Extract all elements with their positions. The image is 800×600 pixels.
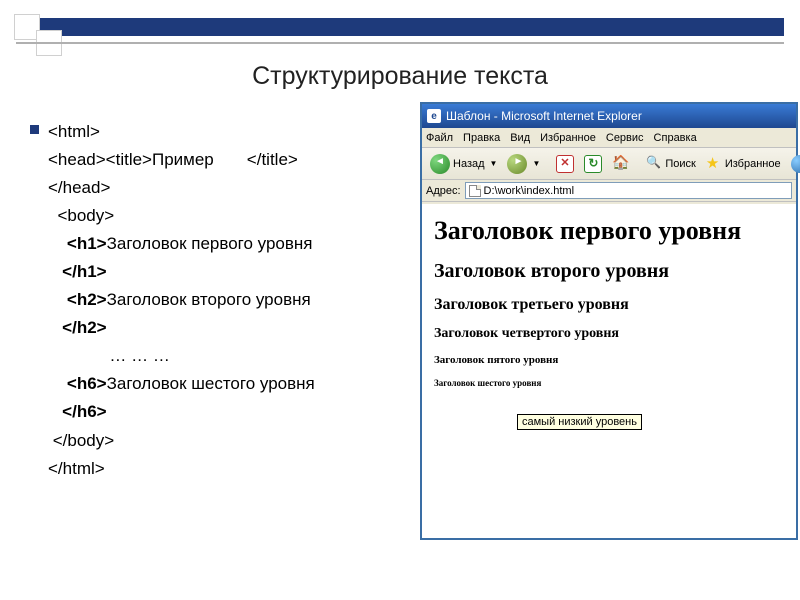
menu-file[interactable]: Файл [426, 132, 453, 144]
code-line: <h2>Заголовок второго уровня [48, 286, 388, 314]
code-line: </h6> [48, 398, 388, 426]
heading-h5: Заголовок пятого уровня [434, 354, 784, 366]
refresh-icon [584, 155, 602, 173]
ie-titlebar: e Шаблон - Microsoft Internet Explorer [422, 104, 796, 128]
code-line: </head> [48, 174, 388, 202]
code-line: <head><title>Пример </title> [48, 146, 388, 174]
back-arrow-icon [430, 154, 450, 174]
chevron-down-icon: ▼ [532, 159, 540, 168]
code-line: … … … [48, 342, 388, 370]
chevron-down-icon: ▼ [490, 159, 498, 168]
ie-app-icon: e [427, 109, 441, 123]
code-line: <body> [48, 202, 388, 230]
code-line: </body> [48, 427, 388, 455]
heading-h2: Заголовок второго уровня [434, 260, 784, 283]
refresh-button[interactable] [580, 153, 606, 175]
stop-icon [556, 155, 574, 173]
code-line: <h1>Заголовок первого уровня [48, 230, 388, 258]
code-line: </h2> [48, 314, 388, 342]
back-button[interactable]: Назад ▼ [426, 152, 501, 176]
code-example: <html> <head><title>Пример </title> </he… [48, 118, 388, 483]
tooltip: самый низкий уровень [517, 414, 642, 430]
heading-h1: Заголовок первого уровня [434, 216, 784, 246]
heading-h4: Заголовок четвертого уровня [434, 326, 784, 342]
ie-window: e Шаблон - Microsoft Internet Explorer Ф… [420, 102, 798, 540]
slide-decoration [16, 18, 784, 36]
favorites-button[interactable]: Избранное [702, 154, 785, 174]
menu-help[interactable]: Справка [654, 132, 697, 144]
heading-h3: Заголовок третьего уровня [434, 296, 784, 314]
back-label: Назад [453, 158, 485, 170]
ie-menubar: Файл Правка Вид Избранное Сервис Справка [422, 128, 796, 148]
code-line: </html> [48, 455, 388, 483]
media-button[interactable] [787, 153, 800, 175]
heading-h6: Заголовок шестого уровня [434, 378, 784, 388]
search-icon [646, 156, 662, 172]
code-line: </h1> [48, 258, 388, 286]
ie-address-bar: Адрес: D:\work\index.html [422, 180, 796, 202]
menu-favorites[interactable]: Избранное [540, 132, 596, 144]
address-input[interactable]: D:\work\index.html [465, 182, 792, 199]
star-icon [706, 156, 722, 172]
ie-toolbar: Назад ▼ ▼ Поиск Избранное [422, 148, 796, 180]
forward-arrow-icon [507, 154, 527, 174]
address-value: D:\work\index.html [484, 185, 574, 197]
menu-edit[interactable]: Правка [463, 132, 500, 144]
favorites-label: Избранное [725, 158, 781, 170]
code-line: <html> [48, 118, 388, 146]
ie-window-title: Шаблон - Microsoft Internet Explorer [446, 109, 642, 123]
search-label: Поиск [665, 158, 695, 170]
address-label: Адрес: [426, 185, 461, 197]
media-icon [791, 155, 800, 173]
search-button[interactable]: Поиск [642, 154, 699, 174]
ie-page-content: Заголовок первого уровня Заголовок второ… [422, 204, 796, 538]
forward-button[interactable]: ▼ [503, 152, 544, 176]
home-button[interactable] [608, 153, 634, 175]
menu-tools[interactable]: Сервис [606, 132, 644, 144]
slide-title: Структурирование текста [0, 62, 800, 91]
stop-button[interactable] [552, 153, 578, 175]
code-line: <h6>Заголовок шестого уровня [48, 370, 388, 398]
home-icon [612, 155, 630, 173]
page-icon [469, 185, 481, 197]
menu-view[interactable]: Вид [510, 132, 530, 144]
slide-decoration-line [16, 42, 784, 44]
bullet-icon [30, 125, 39, 134]
